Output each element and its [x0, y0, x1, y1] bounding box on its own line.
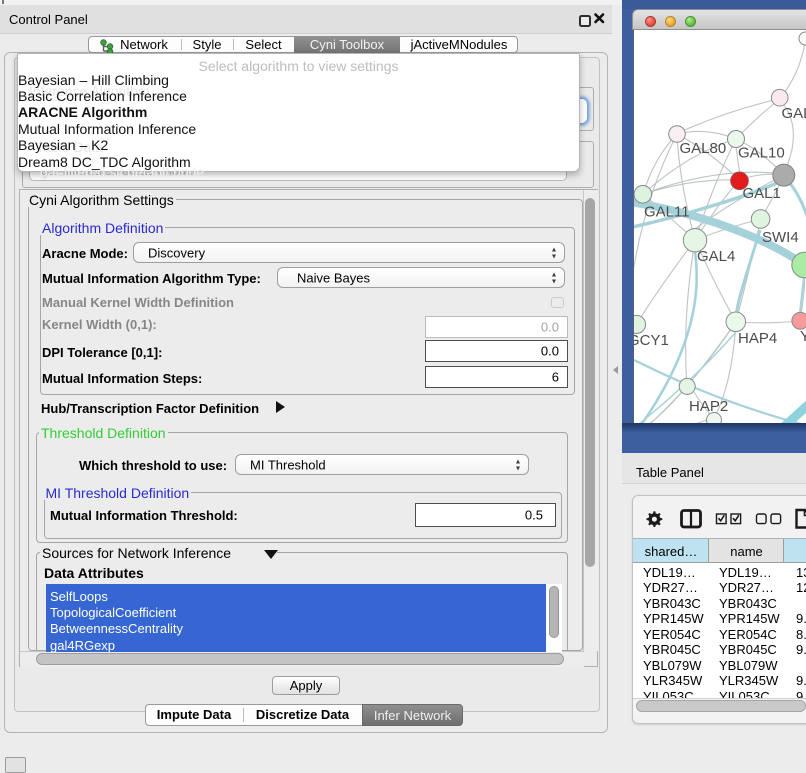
svg-text:GAL10: GAL10 — [738, 145, 785, 162]
svg-text:SWI4: SWI4 — [762, 229, 799, 246]
svg-text:GAL4: GAL4 — [697, 248, 735, 265]
svg-text:GCY1: GCY1 — [634, 332, 669, 349]
svg-text:GAL80: GAL80 — [680, 140, 727, 157]
svg-text:GAL7: GAL7 — [782, 105, 806, 122]
svg-text:GAL11: GAL11 — [644, 204, 690, 221]
svg-text:Y: Y — [800, 328, 806, 345]
svg-text:GAL1: GAL1 — [743, 185, 781, 202]
svg-text:HAP4: HAP4 — [738, 330, 777, 347]
svg-text:HAP2: HAP2 — [689, 398, 728, 415]
